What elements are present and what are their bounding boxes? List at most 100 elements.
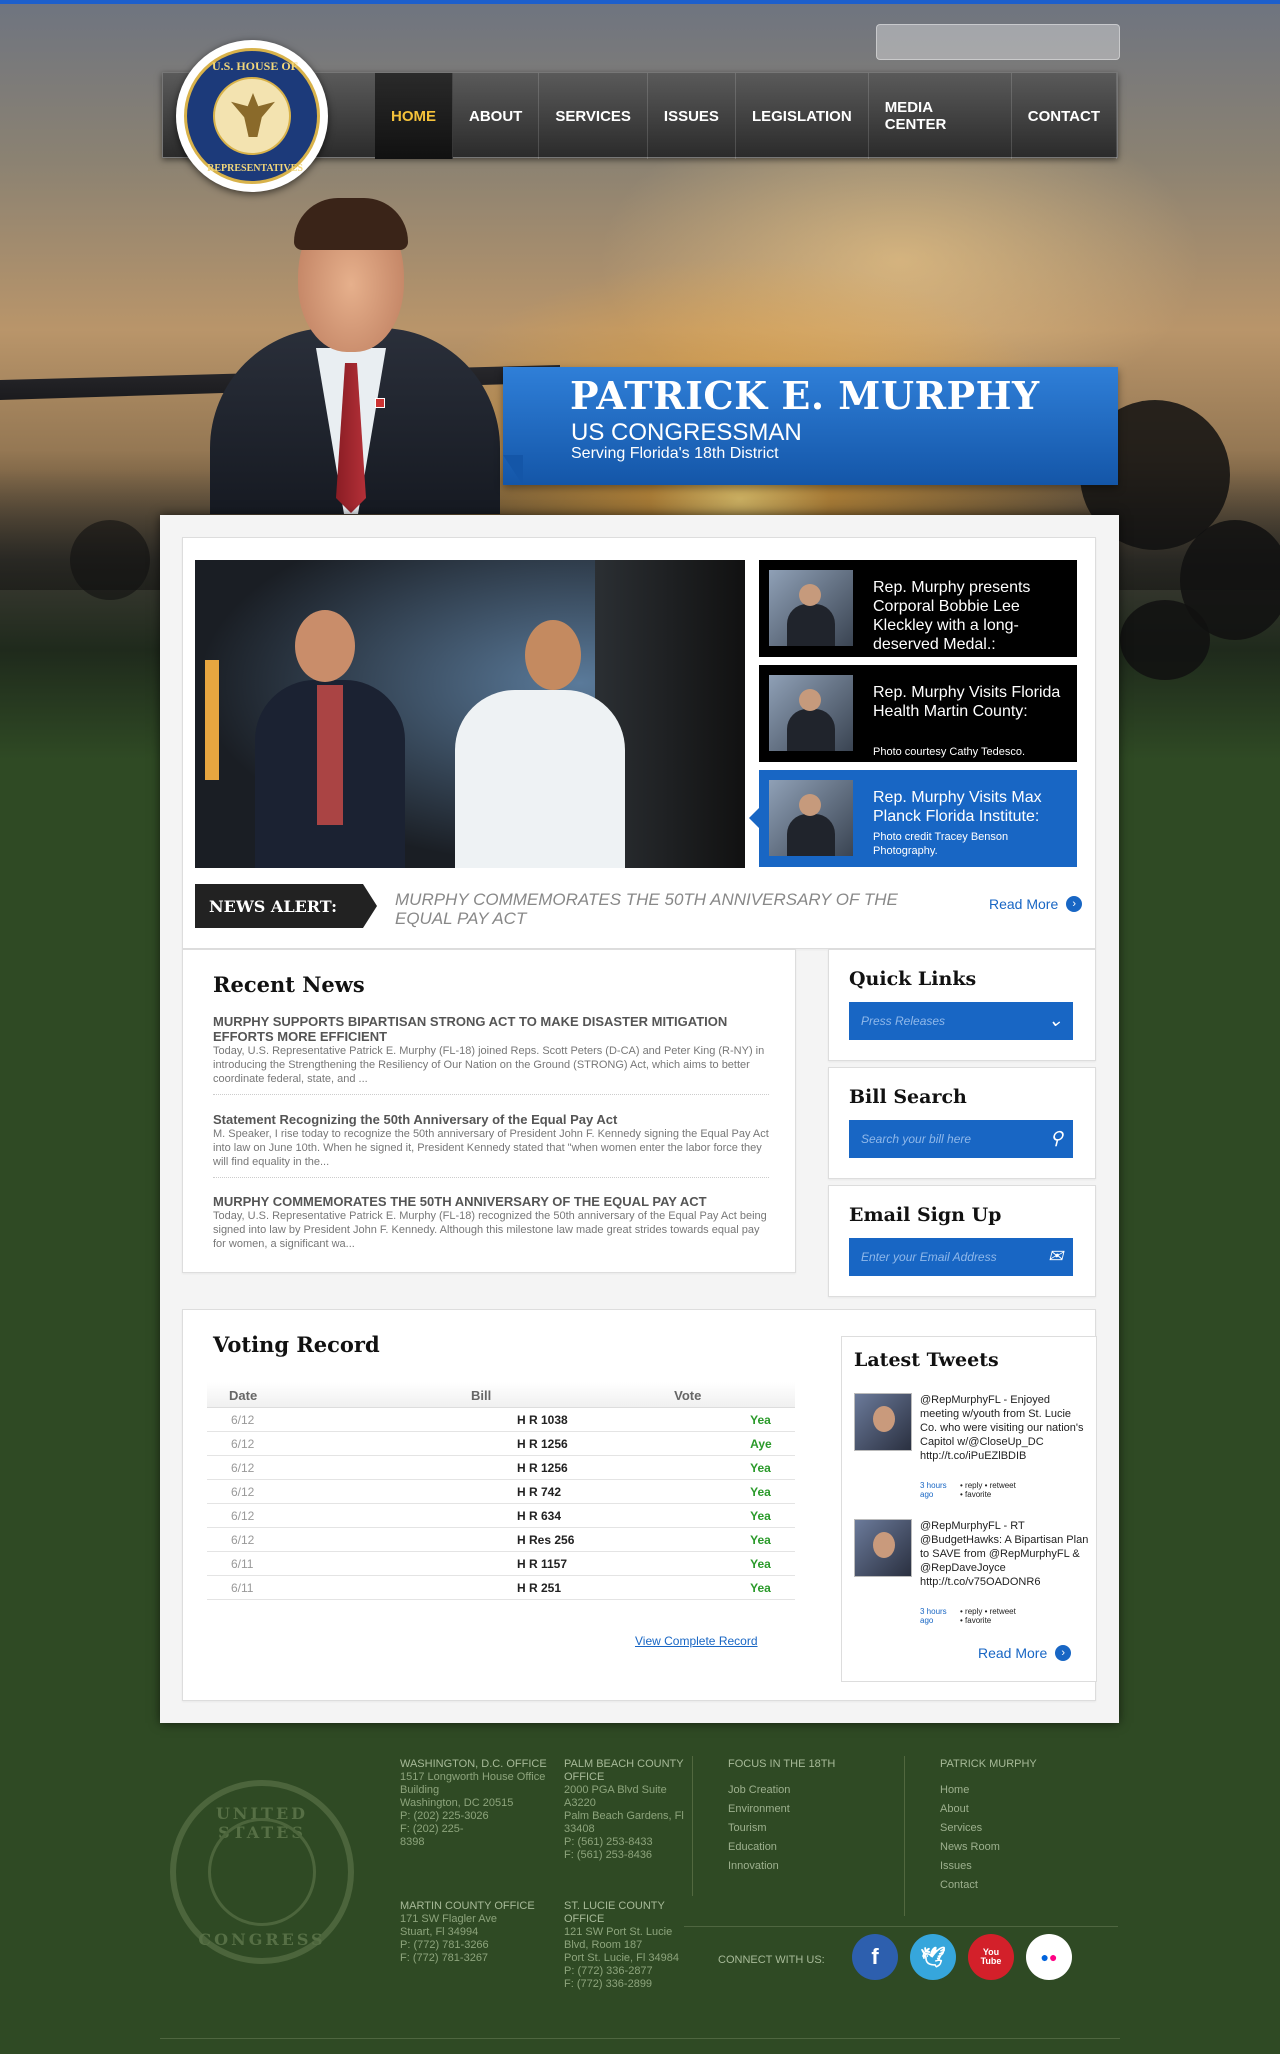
news-alert-label: NEWS ALERT: xyxy=(195,884,377,928)
house-seal-logo[interactable]: U.S. HOUSE OF REPRESENTATIVES xyxy=(176,40,328,192)
tweet-text[interactable]: @RepMurphyFL - Enjoyed meeting w/youth f… xyxy=(920,1393,1090,1463)
vote-bill[interactable]: H R 1256 xyxy=(277,1455,621,1480)
feature-photo[interactable] xyxy=(195,560,745,868)
slide-item[interactable]: Rep. Murphy presents Corporal Bobbie Lee… xyxy=(759,560,1077,657)
email-signup-title: Email Sign Up xyxy=(849,1204,1002,1226)
tweet-time[interactable]: 3 hours ago xyxy=(920,1481,950,1499)
latest-tweets-panel: Latest Tweets @RepMurphyFL - Enjoyed mee… xyxy=(841,1336,1097,1682)
avatar[interactable] xyxy=(854,1519,912,1577)
office-line: P: (772) 336-2877 xyxy=(564,1965,653,1977)
tweet-actions[interactable]: • reply • retweet xyxy=(960,1481,1016,1490)
footer-link-innovation[interactable]: Innovation xyxy=(728,1857,835,1876)
news-item[interactable]: MURPHY COMMEMORATES THE 50TH ANNIVERSARY… xyxy=(213,1194,769,1259)
nav-item-home[interactable]: HOME xyxy=(375,73,453,159)
office-line: 121 SW Port St. Lucie xyxy=(564,1926,673,1938)
envelope-icon[interactable]: ✉ xyxy=(1048,1246,1063,1267)
congressman-portrait xyxy=(210,198,500,514)
news-item-title[interactable]: MURPHY COMMEMORATES THE 50TH ANNIVERSARY… xyxy=(213,1194,769,1209)
tweet-favorite[interactable]: • favorite xyxy=(960,1616,991,1625)
news-item-title[interactable]: Statement Recognizing the 50th Anniversa… xyxy=(213,1112,769,1127)
nav-item-issues[interactable]: ISSUES xyxy=(648,73,736,159)
footer-link-tourism[interactable]: Tourism xyxy=(728,1819,835,1838)
youtube-icon[interactable]: You Tube xyxy=(968,1934,1014,1980)
name-banner: PATRICK E. MURPHY US CONGRESSMAN Serving… xyxy=(503,367,1118,485)
photo-man xyxy=(255,600,405,868)
vote-bill[interactable]: H R 1157 xyxy=(277,1551,621,1576)
search-icon[interactable]: ⚲ xyxy=(1050,1128,1063,1149)
vote-bill[interactable]: H Res 256 xyxy=(277,1527,621,1552)
vote-bill[interactable]: H R 1038 xyxy=(277,1407,621,1432)
slide-item[interactable]: Rep. Murphy Visits Florida Health Martin… xyxy=(759,665,1077,762)
footer-divider xyxy=(904,1756,905,1916)
chevron-right-icon: › xyxy=(1066,896,1083,912)
tweets-read-more[interactable]: Read More › xyxy=(978,1645,1072,1661)
facebook-icon[interactable]: f xyxy=(852,1934,898,1980)
footer-link-environment[interactable]: Environment xyxy=(728,1800,835,1819)
slide-thumbnail xyxy=(769,570,853,646)
footer-bottom-line xyxy=(160,2038,1120,2039)
vote-bill[interactable]: H R 1256 xyxy=(277,1431,621,1456)
news-alert-read-more[interactable]: Read More › xyxy=(989,896,1083,912)
voting-record-table: Date Bill Vote 6/12 H R 1038 Yea 6/12 H R 12… xyxy=(207,1382,795,1600)
slide-item-active[interactable]: Rep. Murphy Visits Max Planck Florida In… xyxy=(749,770,1077,867)
email-signup-input[interactable]: Enter your Email Address ✉ xyxy=(849,1238,1073,1276)
avatar[interactable] xyxy=(854,1393,912,1451)
news-item[interactable]: MURPHY SUPPORTS BIPARTISAN STRONG ACT TO… xyxy=(213,1014,769,1095)
footer-link-education[interactable]: Education xyxy=(728,1838,835,1857)
quick-links-select[interactable]: Press Releases ⌄ xyxy=(849,1002,1073,1040)
news-item-body: Today, U.S. Representative Patrick E. Mu… xyxy=(213,1210,767,1250)
seal-bottom-text: REPRESENTATIVES xyxy=(207,163,303,174)
footer-link-news-room[interactable]: News Room xyxy=(940,1838,1037,1857)
footer-link-services[interactable]: Services xyxy=(940,1819,1037,1838)
top-accent-line xyxy=(0,0,1280,4)
column-header-bill: Bill xyxy=(277,1382,621,1408)
lab-light xyxy=(205,660,219,780)
slide-credit: Photo credit Tracey Benson Photography. xyxy=(873,831,1009,857)
bill-search-input[interactable]: Search your bill here ⚲ xyxy=(849,1120,1073,1158)
voting-record-panel: Voting Record Date Bill Vote 6/12 H R 103… xyxy=(182,1309,1097,1701)
vote-result: Yea xyxy=(620,1527,795,1552)
office-st-lucie: ST. LUCIE COUNTY OFFICE 121 SW Port St. Lu… xyxy=(564,1900,694,1991)
vote-bill[interactable]: H R 742 xyxy=(277,1479,621,1504)
news-item-title[interactable]: MURPHY SUPPORTS BIPARTISAN STRONG ACT TO… xyxy=(213,1014,769,1044)
office-line: F: (561) 253-8436 xyxy=(564,1849,653,1861)
view-complete-record-link[interactable]: View Complete Record xyxy=(635,1634,758,1648)
footer-link-contact[interactable]: Contact xyxy=(940,1876,1037,1895)
focus-title: FOCUS IN THE 18TH xyxy=(728,1758,836,1770)
footer-link-about[interactable]: About xyxy=(940,1800,1037,1819)
vote-date: 6/12 xyxy=(207,1431,277,1456)
vote-bill[interactable]: H R 251 xyxy=(277,1575,621,1600)
slide-list: Rep. Murphy presents Corporal Bobbie Lee… xyxy=(749,560,1077,875)
nav-item-contact[interactable]: CONTACT xyxy=(1012,73,1117,159)
quick-links-selected: Press Releases xyxy=(861,1014,946,1028)
quick-links-title: Quick Links xyxy=(849,968,977,990)
nav-item-legislation[interactable]: LEGISLATION xyxy=(736,73,869,159)
office-line: 8398 xyxy=(400,1836,425,1848)
foliage-silhouette xyxy=(1120,600,1210,680)
news-item[interactable]: Statement Recognizing the 50th Anniversa… xyxy=(213,1112,769,1178)
nav-item-services[interactable]: SERVICES xyxy=(539,73,648,159)
nav-item-about[interactable]: ABOUT xyxy=(453,73,540,159)
footer-link-home[interactable]: Home xyxy=(940,1781,1037,1800)
tweet-time[interactable]: 3 hours ago xyxy=(920,1607,950,1625)
tweet-actions[interactable]: • reply • retweet xyxy=(960,1607,1016,1616)
office-line: OFFICE xyxy=(564,1913,605,1925)
site-search-input[interactable] xyxy=(876,24,1120,60)
photo-scientist xyxy=(435,620,635,868)
quick-links-panel: Quick Links Press Releases ⌄ xyxy=(828,949,1096,1061)
footer-link-issues[interactable]: Issues xyxy=(940,1857,1037,1876)
slide-thumbnail xyxy=(769,780,853,856)
nav-item-media-center[interactable]: MEDIA CENTER xyxy=(869,73,1012,159)
vote-result: Yea xyxy=(620,1551,795,1576)
feature-panel: Rep. Murphy presents Corporal Bobbie Lee… xyxy=(182,537,1096,949)
twitter-icon[interactable]: 🕊 xyxy=(910,1934,956,1980)
footer-link-job-creation[interactable]: Job Creation xyxy=(728,1781,835,1800)
news-alert-headline[interactable]: MURPHY COMMEMORATES THE 50TH ANNIVERSARY… xyxy=(395,890,935,928)
tweet-favorite[interactable]: • favorite xyxy=(960,1490,991,1499)
office-line: F: (772) 781-3267 xyxy=(400,1952,489,1964)
flickr-icon[interactable]: ● ● xyxy=(1026,1934,1072,1980)
vote-bill[interactable]: H R 634 xyxy=(277,1503,621,1528)
tweet-text[interactable]: @RepMurphyFL - RT @BudgetHawks: A Bipart… xyxy=(920,1519,1090,1589)
table-row: 6/12 H R 634 Yea xyxy=(207,1503,795,1528)
office-martin: MARTIN COUNTY OFFICE 171 SW Flagler Ave St… xyxy=(400,1900,560,1965)
